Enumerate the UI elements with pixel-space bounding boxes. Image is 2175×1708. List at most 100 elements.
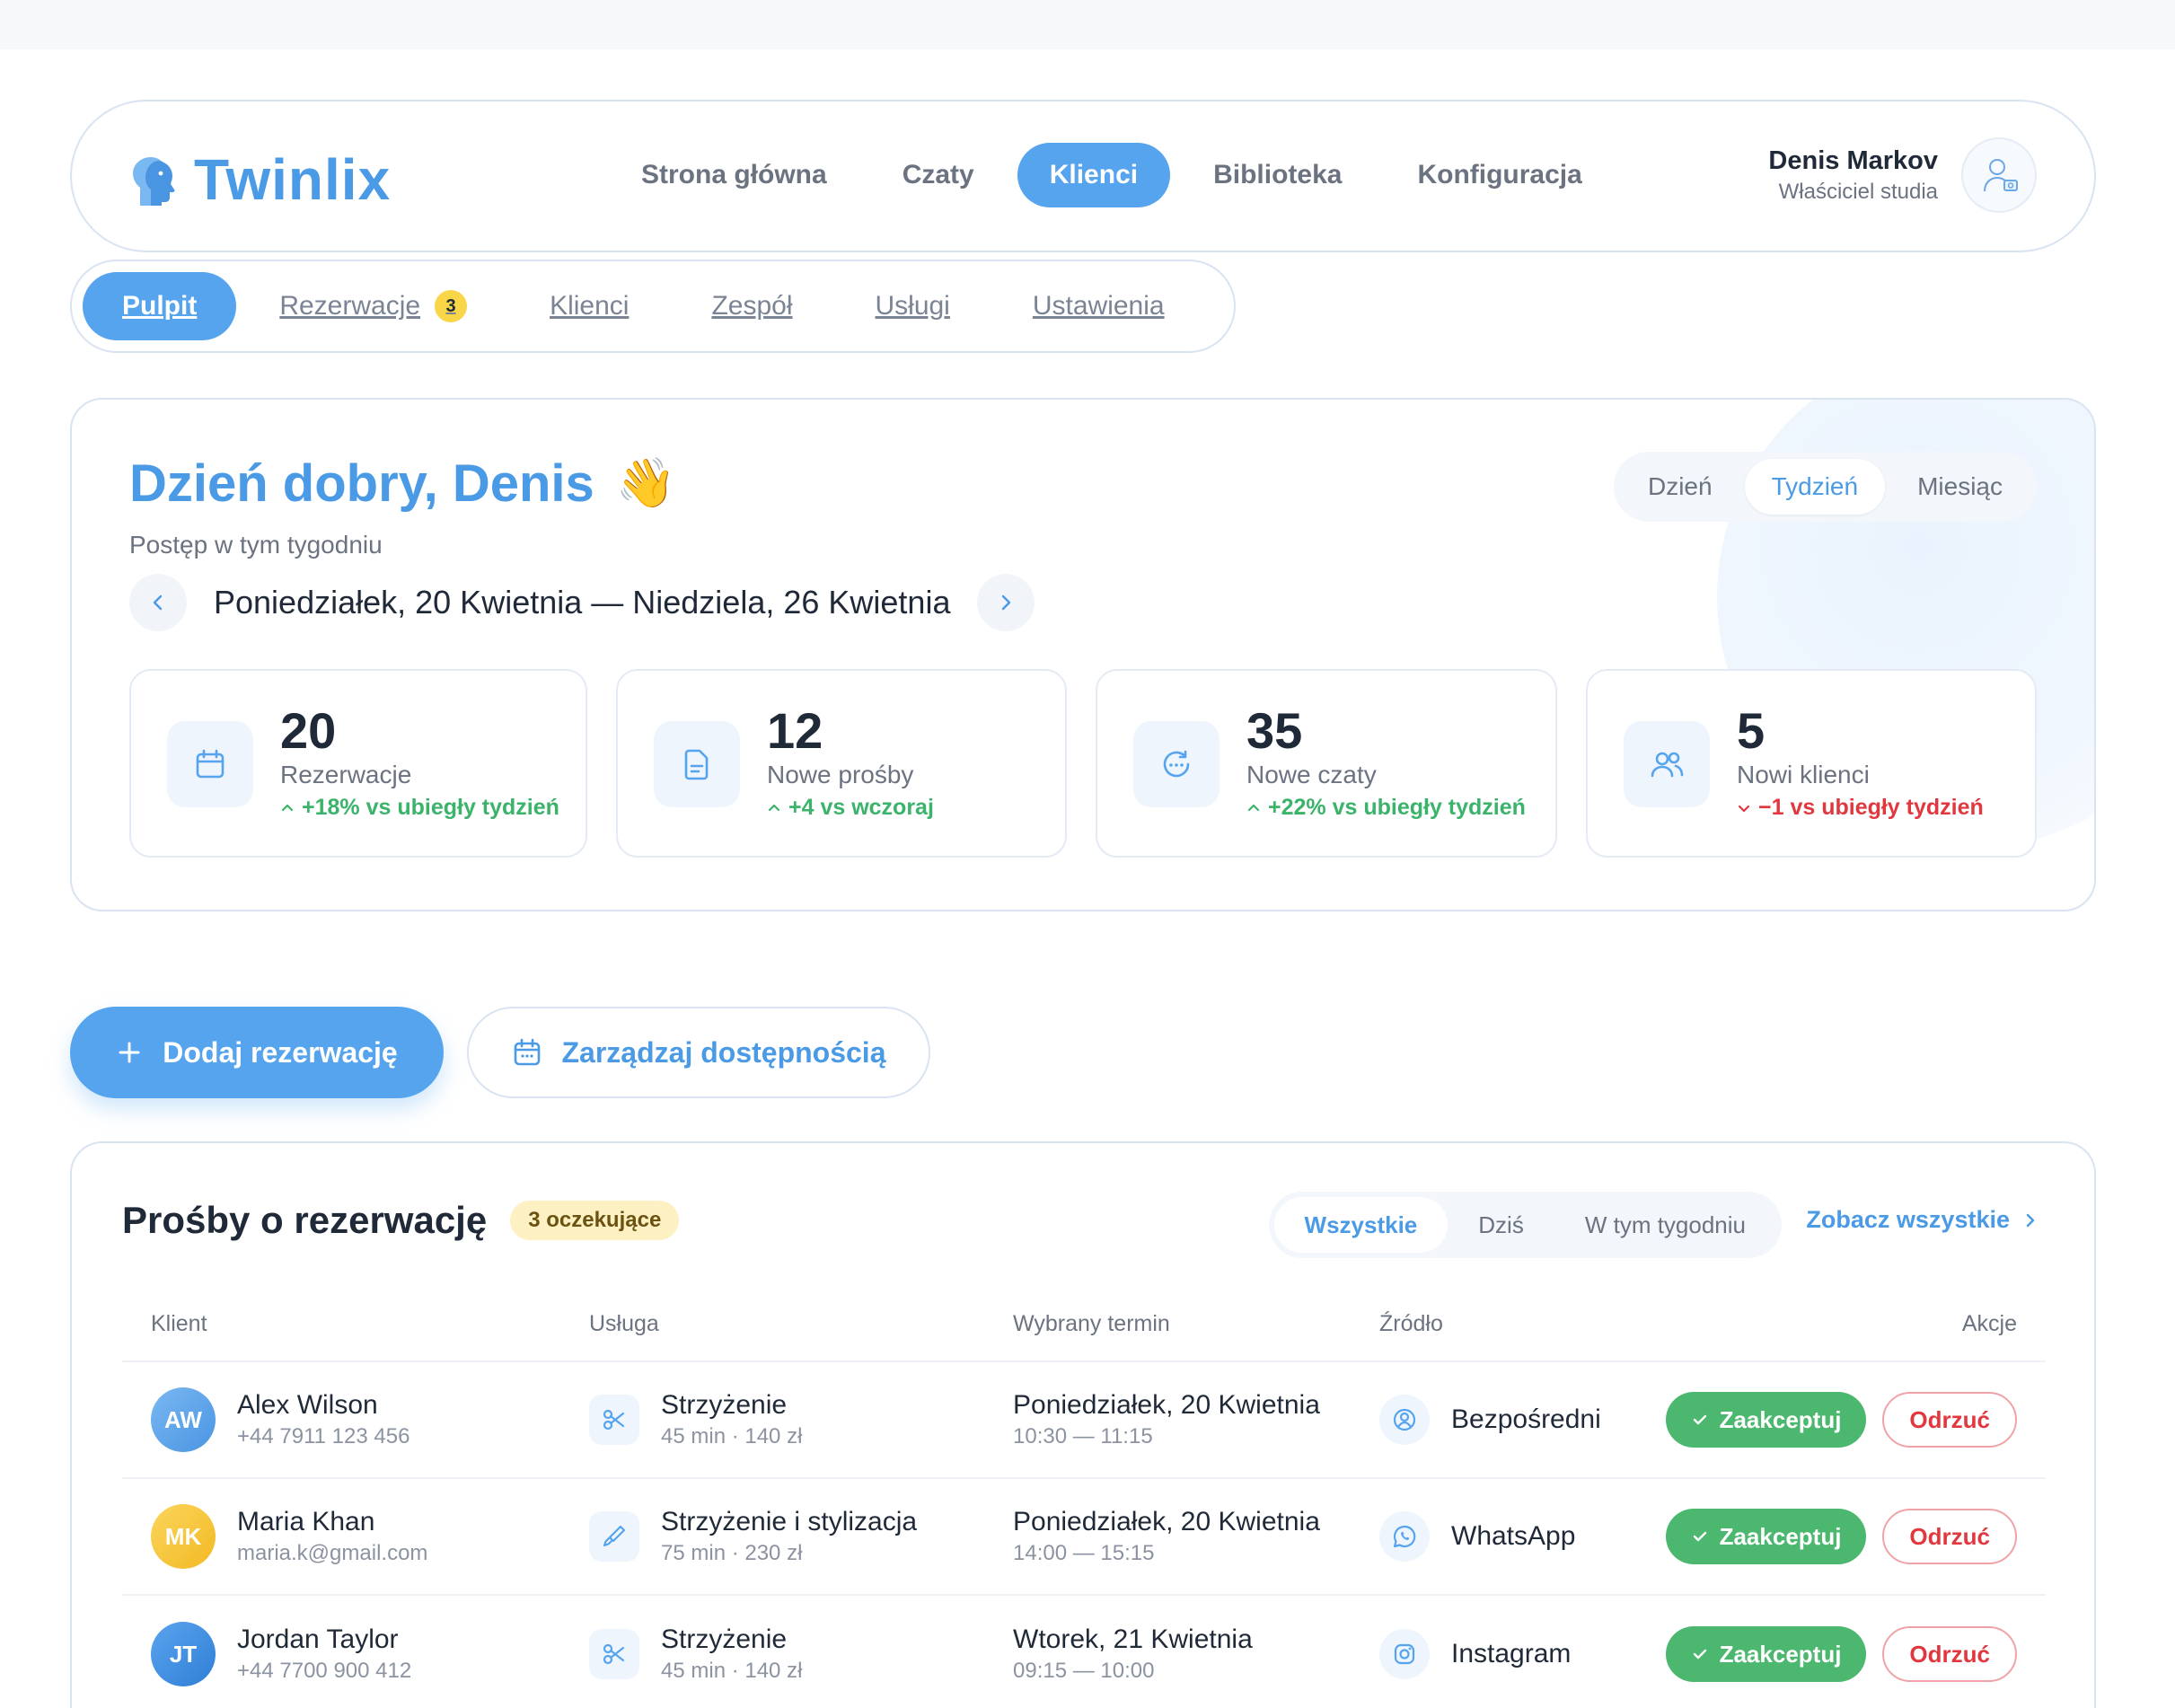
client-name: Alex Wilson [237, 1390, 378, 1420]
table-row: JT Jordan Taylor +44 7700 900 412 Strzyż… [122, 1596, 2046, 1708]
stat-label: Nowi klienci [1737, 761, 1870, 788]
tab-clients[interactable]: Klienci [510, 272, 668, 340]
client-cell: MK Maria Khan maria.k@gmail.com [122, 1504, 589, 1569]
filter-this-week[interactable]: W tym tygodniu [1554, 1197, 1776, 1253]
whatsapp-icon [1379, 1511, 1430, 1562]
nav-item-chats[interactable]: Czaty [870, 143, 1007, 207]
client-name: Jordan Taylor [237, 1624, 399, 1654]
actions-cell: Zaakceptuj Odrzuć [1645, 1626, 2046, 1682]
period-week[interactable]: Tydzień [1744, 459, 1886, 515]
chevron-right-icon [2026, 1213, 2035, 1227]
stat-value: 12 [767, 702, 823, 759]
date-range: Poniedziałek, 20 Kwietnia — Niedziela, 2… [214, 584, 951, 621]
requests-table: Klient Usługa Wybrany termin Źródło Akcj… [122, 1287, 2046, 1708]
user-role: Właściciel studia [1778, 179, 1938, 204]
button-label: Dodaj rezerwację [163, 1035, 398, 1069]
nav-item-configuration[interactable]: Konfiguracja [1385, 143, 1614, 207]
stat-card-new-clients[interactable]: 5 Nowi klienci −1 vs ubiegły tydzień [1586, 669, 2037, 858]
trend-up-icon [281, 804, 294, 811]
service-cell: Strzyżenie i stylizacja 75 min · 230 zł [589, 1507, 1013, 1566]
stat-label: Rezerwacje [280, 761, 412, 788]
date-cell: Poniedziałek, 20 Kwietnia 14:00 — 15:15 [1013, 1507, 1379, 1566]
client-cell: AW Alex Wilson +44 7911 123 456 [122, 1387, 589, 1452]
waving-hand-icon: 👋 [615, 456, 677, 510]
bookings-count-badge: 3 [435, 290, 468, 322]
avatar[interactable] [1961, 137, 2037, 213]
next-week-button[interactable] [977, 574, 1035, 631]
reject-button[interactable]: Odrzuć [1882, 1509, 2017, 1564]
booking-time: 10:30 — 11:15 [1013, 1424, 1153, 1448]
previous-week-button[interactable] [129, 574, 187, 631]
filter-today[interactable]: Dziś [1448, 1197, 1554, 1253]
period-day[interactable]: Dzień [1621, 459, 1739, 515]
nav-item-clients[interactable]: Klienci [1017, 143, 1171, 207]
stat-trend: +4 vs wczoraj [767, 795, 934, 821]
reject-label: Odrzuć [1909, 1405, 1990, 1433]
accept-label: Zaakceptuj [1719, 1640, 1842, 1668]
client-contact: +44 7911 123 456 [237, 1424, 410, 1448]
column-header-source: Źródło [1379, 1310, 1443, 1336]
tab-label: Zespół [711, 291, 793, 321]
scissors-icon [589, 1395, 639, 1445]
booking-date: Poniedziałek, 20 Kwietnia [1013, 1390, 1320, 1420]
source-cell: WhatsApp [1379, 1511, 1645, 1562]
stats-row: 20 Rezerwacje +18% vs ubiegły tydzień 12… [129, 669, 2037, 858]
trend-up-icon [768, 804, 780, 811]
filter-all[interactable]: Wszystkie [1273, 1197, 1449, 1253]
reject-button[interactable]: Odrzuć [1882, 1392, 2017, 1448]
period-month[interactable]: Miesiąc [1890, 459, 2030, 515]
client-cell: JT Jordan Taylor +44 7700 900 412 [122, 1622, 589, 1686]
reject-label: Odrzuć [1909, 1522, 1990, 1550]
requests-header: Prośby o rezerwację 3 oczekujące [122, 1199, 680, 1242]
manage-availability-button[interactable]: Zarządzaj dostępnością [467, 1007, 930, 1098]
page: Twinlix Strona główna Czaty Klienci Bibl… [0, 49, 2175, 1708]
button-label: Zarządzaj dostępnością [561, 1035, 886, 1069]
sub-tabs: Pulpit Rezerwacje 3 Klienci Zespół Usług… [70, 260, 1236, 353]
stat-value: 20 [280, 702, 337, 759]
booking-requests-card: Prośby o rezerwację 3 oczekujące Wszystk… [70, 1141, 2096, 1708]
booking-date: Wtorek, 21 Kwietnia [1013, 1624, 1253, 1654]
see-all-label: Zobacz wszystkie [1806, 1206, 2010, 1233]
tab-services[interactable]: Usługi [835, 272, 989, 340]
see-all-link[interactable]: Zobacz wszystkie [1806, 1206, 2039, 1234]
stat-card-bookings[interactable]: 20 Rezerwacje +18% vs ubiegły tydzień [129, 669, 587, 858]
date-cell: Poniedziałek, 20 Kwietnia 10:30 — 11:15 [1013, 1390, 1379, 1449]
nav-item-library[interactable]: Biblioteka [1181, 143, 1374, 207]
accept-button[interactable]: Zaakceptuj [1665, 1392, 1867, 1448]
tab-dashboard[interactable]: Pulpit [83, 272, 237, 340]
reject-label: Odrzuć [1909, 1640, 1990, 1668]
trend-up-icon [1247, 804, 1260, 811]
service-cell: Strzyżenie 45 min · 140 zł [589, 1624, 1013, 1684]
service-cell: Strzyżenie 45 min · 140 zł [589, 1390, 1013, 1449]
stat-card-requests[interactable]: 12 Nowe prośby +4 vs wczoraj [616, 669, 1067, 858]
stat-card-chats[interactable]: 35 Nowe czaty +22% vs ubiegły tydzień [1096, 669, 1557, 858]
source-cell: Instagram [1379, 1629, 1645, 1679]
user-menu[interactable]: Denis Markov Właściciel studia [1768, 137, 2037, 213]
add-booking-button[interactable]: Dodaj rezerwację [70, 1007, 444, 1098]
chevron-right-icon [1002, 594, 1011, 611]
avatar: MK [151, 1504, 216, 1569]
date-cell: Wtorek, 21 Kwietnia 09:15 — 10:00 [1013, 1624, 1379, 1684]
brand-logo[interactable]: Twinlix [131, 146, 391, 213]
client-contact: +44 7700 900 412 [237, 1659, 412, 1683]
stat-trend: +18% vs ubiegły tydzień [280, 795, 559, 821]
actions-cell: Zaakceptuj Odrzuć [1645, 1392, 2046, 1448]
tab-team[interactable]: Zespół [672, 272, 832, 340]
period-switcher: Dzień Tydzień Miesiąc [1613, 452, 2037, 522]
accept-label: Zaakceptuj [1719, 1522, 1842, 1550]
reject-button[interactable]: Odrzuć [1882, 1626, 2017, 1682]
accept-button[interactable]: Zaakceptuj [1665, 1509, 1867, 1564]
chat-icon [1133, 721, 1220, 807]
nav-item-home[interactable]: Strona główna [609, 143, 859, 207]
welcome-card: Dzień dobry, Denis 👋 Postęp w tym tygodn… [70, 398, 2096, 911]
tab-bookings[interactable]: Rezerwacje 3 [240, 272, 506, 340]
brush-icon [589, 1511, 639, 1562]
trend-down-icon [1738, 805, 1750, 812]
stat-value: 35 [1246, 702, 1303, 759]
accept-button[interactable]: Zaakceptuj [1665, 1626, 1867, 1682]
tab-settings[interactable]: Ustawienia [993, 272, 1204, 340]
user-name: Denis Markov [1768, 145, 1938, 175]
greeting: Dzień dobry, Denis 👋 [129, 453, 676, 514]
pending-badge: 3 oczekujące [510, 1201, 680, 1240]
service-name: Strzyżenie [661, 1624, 788, 1654]
